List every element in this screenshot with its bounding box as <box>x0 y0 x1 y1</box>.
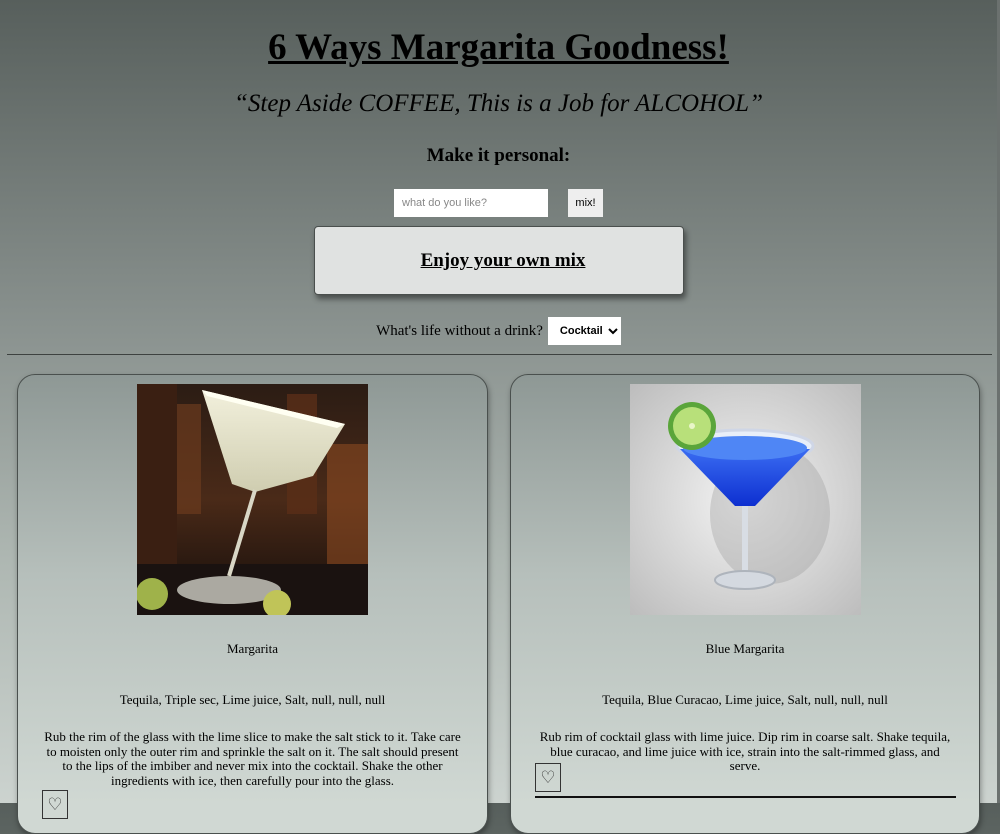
cocktail-instructions: Rub the rim of the glass with the lime s… <box>44 729 461 788</box>
drink-filter-label: What's life without a drink? <box>376 322 543 339</box>
search-input[interactable] <box>394 189 548 217</box>
cocktail-name: Margarita <box>226 641 279 656</box>
personal-heading: Make it personal: <box>426 145 571 166</box>
section-divider <box>7 354 992 355</box>
favorite-heart-icon[interactable]: ♡ <box>42 790 68 819</box>
favorite-heart-icon[interactable]: ♡ <box>535 763 561 792</box>
drink-type-select[interactable]: Cocktail <box>547 317 621 345</box>
cocktail-card: Blue Margarita Tequila, Blue Curacao, Li… <box>510 374 980 834</box>
cocktail-ingredients: Tequila, Triple sec, Lime juice, Salt, n… <box>119 692 386 707</box>
mix-button[interactable]: mix! <box>568 189 603 217</box>
card-divider <box>535 796 956 798</box>
page-title: 6 Ways Margarita Goodness! <box>268 27 729 68</box>
page-subtitle: “Step Aside COFFEE, This is a Job for AL… <box>234 90 763 117</box>
cocktail-ingredients: Tequila, Blue Curacao, Lime juice, Salt,… <box>602 692 888 707</box>
margarita-photo <box>137 384 368 615</box>
drink-filter-row: What's life without a drink? Cocktail <box>0 317 997 345</box>
cocktail-name: Blue Margarita <box>705 641 785 656</box>
blue-margarita-photo <box>630 384 861 615</box>
enjoy-own-mix-button[interactable]: Enjoy your own mix <box>314 226 684 295</box>
cocktail-instructions: Rub rim of cocktail glass with lime juic… <box>539 729 951 773</box>
cocktail-card: Margarita Tequila, Triple sec, Lime juic… <box>17 374 488 834</box>
